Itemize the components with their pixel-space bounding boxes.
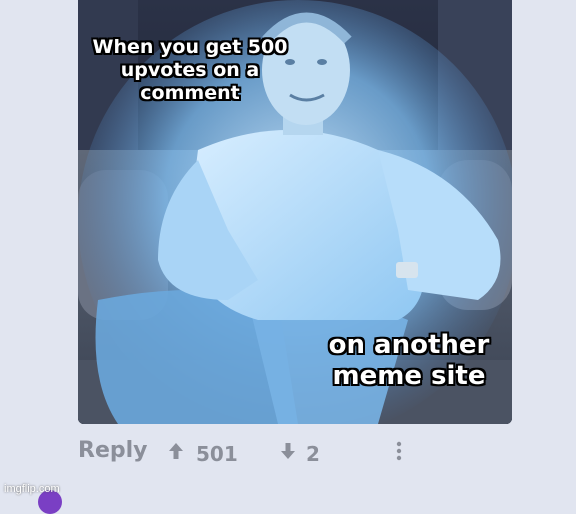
caption-top: When you get 500 upvotes on a comment: [92, 36, 288, 104]
caption-bottom: on another meme site: [328, 330, 490, 392]
meme-card: When you get 500 upvotes on a comment on…: [78, 0, 512, 424]
reply-button[interactable]: Reply: [78, 436, 148, 466]
comment-action-bar: Reply 501 2: [78, 436, 418, 466]
downvote-count: 2: [306, 442, 320, 466]
arrow-up-icon[interactable]: [168, 442, 184, 460]
arrow-down-icon[interactable]: [280, 442, 296, 460]
more-vertical-icon[interactable]: [396, 440, 402, 462]
upvote-count: 501: [196, 442, 238, 466]
watermark: imgflip.com: [4, 483, 60, 495]
